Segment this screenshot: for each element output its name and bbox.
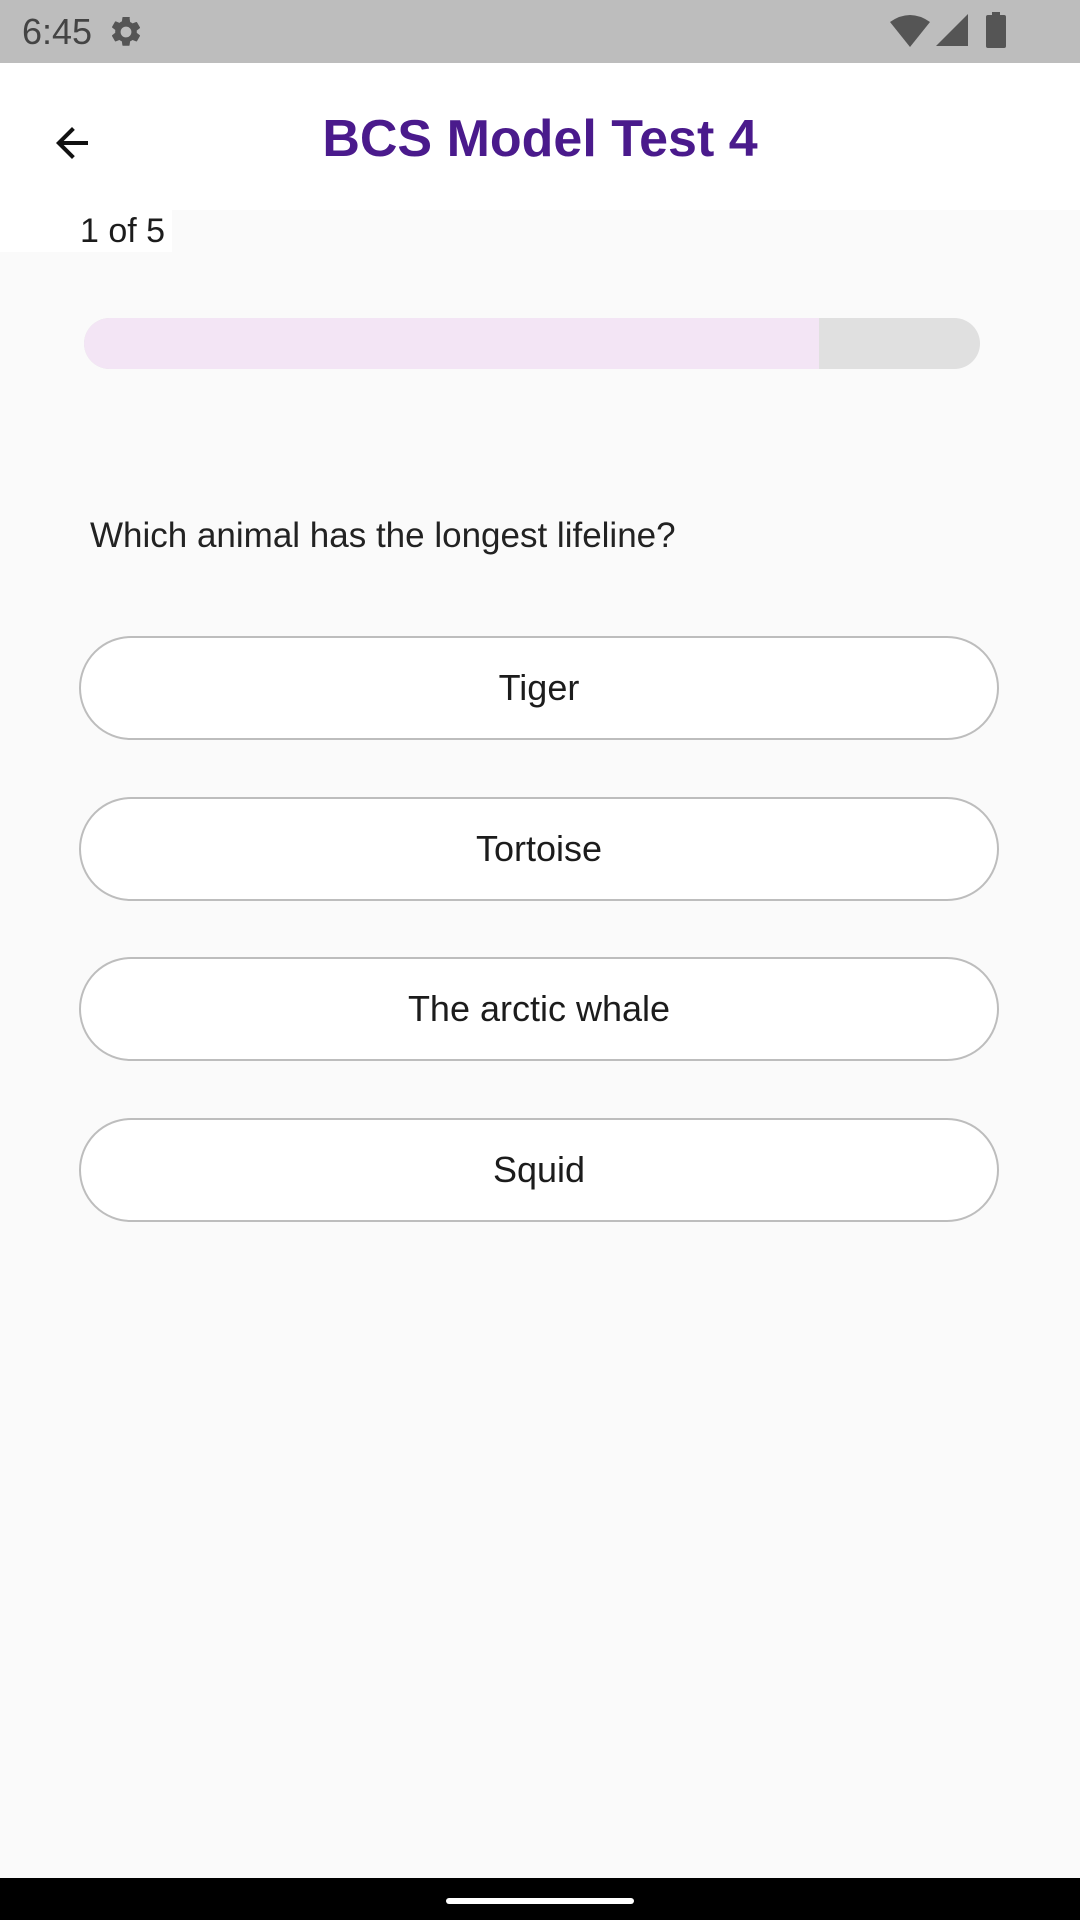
question-text: Which animal has the longest lifeline? <box>90 516 676 555</box>
option-button[interactable]: Tortoise <box>79 797 999 901</box>
status-bar: 6:45 <box>0 0 1080 63</box>
battery-icon <box>986 12 1006 48</box>
home-indicator[interactable] <box>446 1898 634 1904</box>
wifi-icon <box>890 15 930 47</box>
app-bar: BCS Model Test 4 <box>0 63 1080 210</box>
progress-fill <box>84 318 819 369</box>
quiz-screen: 6:45 BCS Model Test 4 1 of 5 Which anima… <box>0 0 1080 1920</box>
signal-icon <box>936 14 968 46</box>
question-counter: 1 of 5 <box>80 212 166 250</box>
navigation-bar <box>0 1878 1080 1920</box>
progress-bar <box>84 318 980 369</box>
option-button[interactable]: The arctic whale <box>79 957 999 1061</box>
status-time: 6:45 <box>22 11 93 52</box>
page-title: BCS Model Test 4 <box>322 110 758 168</box>
gear-icon <box>111 16 141 46</box>
option-button[interactable]: Tiger <box>79 636 999 740</box>
option-button[interactable]: Squid <box>79 1118 999 1222</box>
